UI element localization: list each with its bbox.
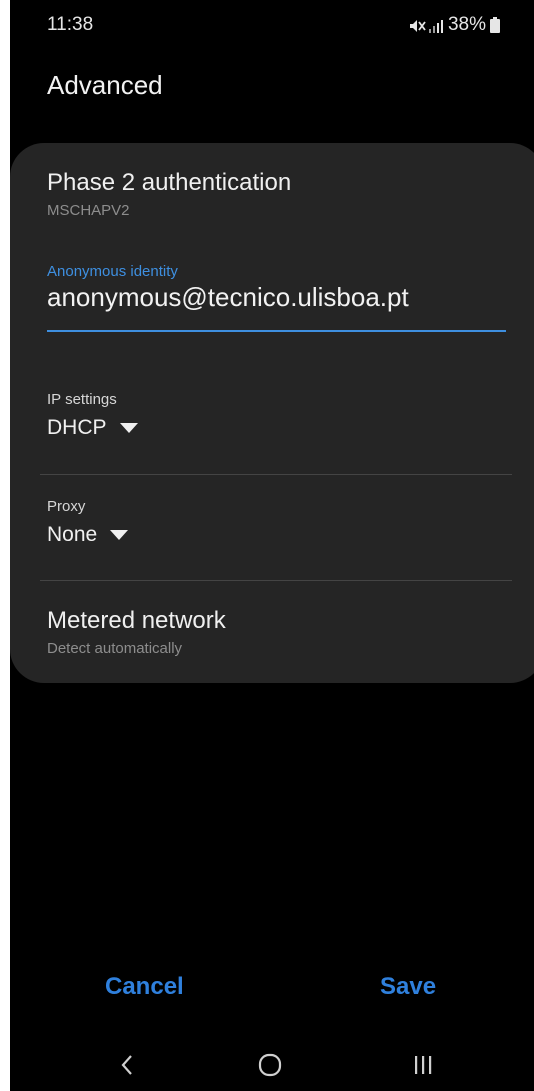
proxy-selected: None (47, 523, 98, 546)
ip-settings-dropdown[interactable]: DHCP (47, 416, 138, 440)
dropdown-arrow-icon (119, 423, 138, 433)
navigation-bar (10, 1040, 534, 1091)
anonymous-identity-underline (47, 330, 506, 332)
phone-screen: 11:38 38% Advanced Phase 2 authenticatio… (10, 0, 534, 1091)
ip-settings-selected: DHCP (47, 416, 107, 439)
save-button[interactable]: Save (380, 973, 436, 1001)
status-icons (409, 16, 444, 34)
ip-settings-item: IP settings DHCP (47, 391, 138, 440)
status-bar: 11:38 38% (10, 0, 534, 50)
proxy-label: Proxy (47, 498, 86, 515)
dialog-actions: Cancel Save (10, 965, 534, 1015)
metered-network-title: Metered network (47, 607, 226, 634)
back-icon[interactable] (107, 1050, 147, 1080)
phase2-value: MSCHAPV2 (47, 202, 130, 219)
home-icon[interactable] (250, 1050, 290, 1080)
anonymous-identity-label: Anonymous identity (47, 263, 178, 280)
phase2-title: Phase 2 authentication (47, 169, 292, 196)
status-time: 11:38 (47, 14, 94, 35)
proxy-dropdown[interactable]: None (47, 523, 129, 547)
divider (40, 474, 512, 475)
proxy-item: Proxy None (47, 498, 129, 547)
recents-icon[interactable] (403, 1050, 443, 1080)
battery-percentage: 38% (447, 14, 486, 35)
phase2-authentication-item[interactable]: Phase 2 authentication MSCHAPV2 (47, 169, 291, 219)
metered-network-value: Detect automatically (47, 640, 183, 657)
dropdown-arrow-icon (110, 530, 129, 540)
signal-icon (428, 20, 443, 33)
anonymous-identity-field[interactable]: Anonymous identity anonymous@tecnico.uli… (47, 263, 409, 313)
page-title: Advanced (47, 70, 163, 100)
battery-icon (490, 17, 500, 33)
anonymous-identity-input[interactable]: anonymous@tecnico.ulisboa.pt (47, 282, 409, 313)
cancel-button[interactable]: Cancel (105, 973, 184, 1001)
divider (40, 580, 512, 581)
mute-icon (409, 20, 426, 32)
status-right: 38% (409, 14, 500, 36)
metered-network-item[interactable]: Metered network Detect automatically (47, 607, 226, 657)
ip-settings-label: IP settings (47, 391, 117, 408)
advanced-settings-card: Phase 2 authentication MSCHAPV2 Anonymou… (10, 143, 534, 683)
